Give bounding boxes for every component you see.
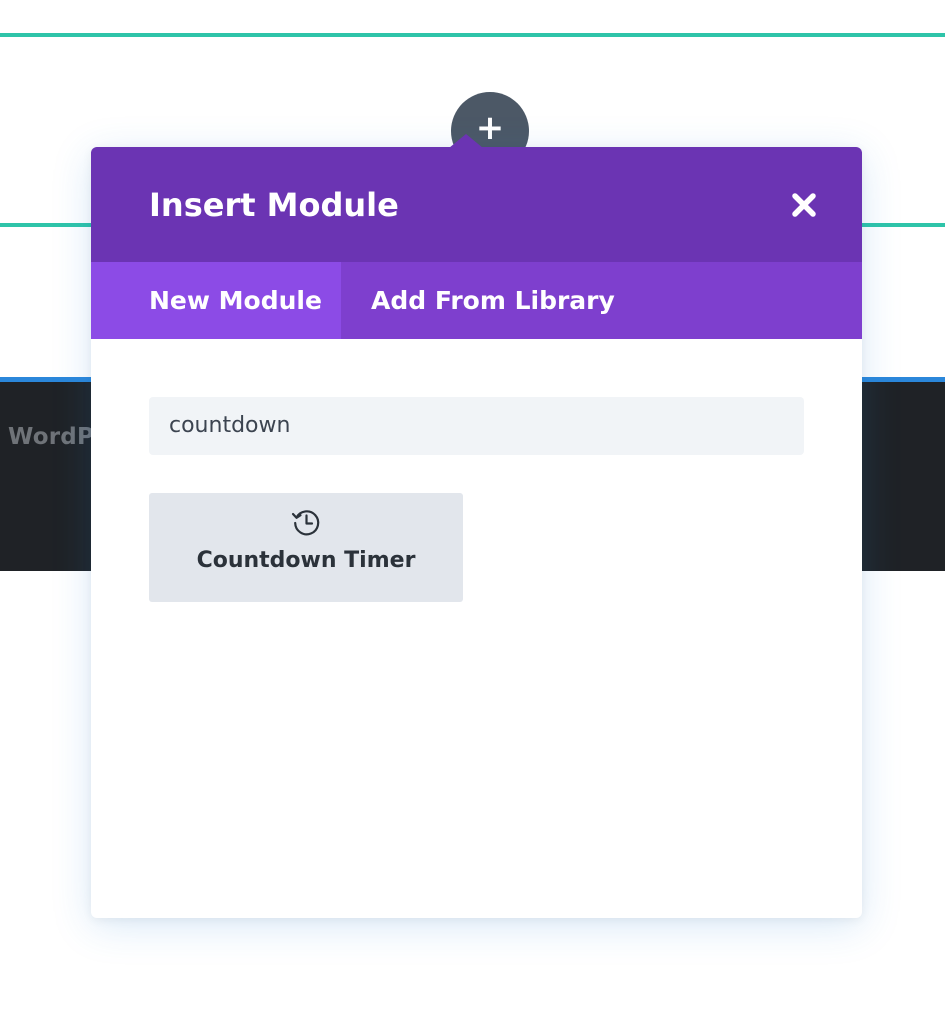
tab-add-from-library[interactable]: Add From Library — [341, 262, 615, 339]
modal-pointer-arrow — [449, 134, 483, 148]
module-search-input[interactable] — [149, 397, 804, 455]
modal-title: Insert Module — [149, 186, 399, 224]
history-clock-icon — [289, 505, 323, 539]
insert-module-modal: Insert Module New Module Add From Librar… — [91, 134, 862, 918]
module-label: Countdown Timer — [196, 548, 416, 573]
tab-new-module[interactable]: New Module — [91, 262, 341, 339]
background-page-text: WordP — [8, 424, 95, 450]
section-divider-top — [0, 33, 945, 37]
close-icon — [786, 187, 822, 223]
close-button[interactable] — [786, 187, 822, 223]
module-countdown-timer[interactable]: Countdown Timer — [149, 493, 463, 602]
modal-header: Insert Module — [91, 147, 862, 262]
modal-tab-bar: New Module Add From Library — [91, 262, 862, 339]
